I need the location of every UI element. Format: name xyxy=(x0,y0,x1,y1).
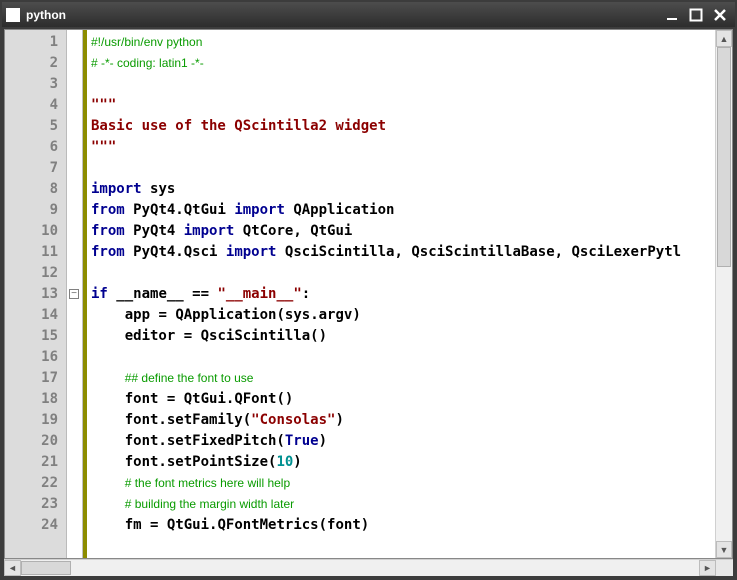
scroll-left-icon[interactable]: ◄ xyxy=(4,560,21,576)
code-line[interactable]: # building the margin width later xyxy=(91,494,715,515)
line-number: 16 xyxy=(5,347,66,368)
code-line[interactable]: """ xyxy=(91,95,715,116)
line-number: 12 xyxy=(5,263,66,284)
line-number: 20 xyxy=(5,431,66,452)
code-line[interactable]: font.setFamily("Consolas") xyxy=(91,410,715,431)
titlebar[interactable]: python xyxy=(2,2,735,27)
code-line[interactable]: # the font metrics here will help xyxy=(91,473,715,494)
code-line[interactable] xyxy=(91,263,715,284)
minimize-button[interactable] xyxy=(661,5,683,25)
code-text-area[interactable]: #!/usr/bin/env python# -*- coding: latin… xyxy=(87,30,715,558)
scrollbar-corner xyxy=(716,560,733,576)
code-line[interactable] xyxy=(91,158,715,179)
line-number: 5 xyxy=(5,116,66,137)
code-line[interactable]: #!/usr/bin/env python xyxy=(91,32,715,53)
code-line[interactable]: import sys xyxy=(91,179,715,200)
app-window: python 123456789101112131415161718192021… xyxy=(0,0,737,580)
line-number: 18 xyxy=(5,389,66,410)
line-number: 1 xyxy=(5,32,66,53)
line-number: 3 xyxy=(5,74,66,95)
scroll-right-icon[interactable]: ► xyxy=(699,560,716,576)
line-number: 13 xyxy=(5,284,66,305)
code-line[interactable]: Basic use of the QScintilla2 widget xyxy=(91,116,715,137)
line-number: 8 xyxy=(5,179,66,200)
app-icon xyxy=(6,8,20,22)
code-line[interactable]: from PyQt4.Qsci import QsciScintilla, Qs… xyxy=(91,242,715,263)
window-title: python xyxy=(26,8,659,22)
line-number: 23 xyxy=(5,494,66,515)
scroll-up-icon[interactable]: ▲ xyxy=(716,30,732,47)
fold-margin[interactable]: − xyxy=(67,30,83,558)
line-number: 9 xyxy=(5,200,66,221)
line-number: 14 xyxy=(5,305,66,326)
line-number: 4 xyxy=(5,95,66,116)
close-button[interactable] xyxy=(709,5,731,25)
code-line[interactable]: font.setFixedPitch(True) xyxy=(91,431,715,452)
fold-toggle-icon[interactable]: − xyxy=(69,289,79,299)
code-line[interactable]: fm = QtGui.QFontMetrics(font) xyxy=(91,515,715,536)
code-line[interactable]: font = QtGui.QFont() xyxy=(91,389,715,410)
horizontal-scrollbar[interactable]: ◄ ► xyxy=(4,559,733,576)
line-number: 6 xyxy=(5,137,66,158)
vertical-scroll-track[interactable] xyxy=(716,47,732,541)
code-line[interactable] xyxy=(91,347,715,368)
code-line[interactable] xyxy=(91,74,715,95)
line-number: 15 xyxy=(5,326,66,347)
code-line[interactable]: from PyQt4.QtGui import QApplication xyxy=(91,200,715,221)
line-number: 17 xyxy=(5,368,66,389)
code-line[interactable]: app = QApplication(sys.argv) xyxy=(91,305,715,326)
vertical-scroll-thumb[interactable] xyxy=(717,47,731,267)
code-line[interactable]: font.setPointSize(10) xyxy=(91,452,715,473)
line-number: 24 xyxy=(5,515,66,536)
maximize-button[interactable] xyxy=(685,5,707,25)
line-number: 7 xyxy=(5,158,66,179)
code-line[interactable]: editor = QsciScintilla() xyxy=(91,326,715,347)
horizontal-scroll-track[interactable] xyxy=(21,560,699,576)
code-line[interactable]: """ xyxy=(91,137,715,158)
code-line[interactable]: # -*- coding: latin1 -*- xyxy=(91,53,715,74)
line-number-gutter: 123456789101112131415161718192021222324 xyxy=(5,30,67,558)
line-number: 19 xyxy=(5,410,66,431)
scroll-down-icon[interactable]: ▼ xyxy=(716,541,732,558)
code-line[interactable]: if __name__ == "__main__": xyxy=(91,284,715,305)
line-number: 11 xyxy=(5,242,66,263)
line-number: 2 xyxy=(5,53,66,74)
line-number: 22 xyxy=(5,473,66,494)
horizontal-scroll-thumb[interactable] xyxy=(21,561,71,575)
line-number: 21 xyxy=(5,452,66,473)
code-line[interactable]: from PyQt4 import QtCore, QtGui xyxy=(91,221,715,242)
vertical-scrollbar[interactable]: ▲ ▼ xyxy=(715,30,732,558)
code-editor[interactable]: 123456789101112131415161718192021222324 … xyxy=(4,29,733,559)
code-line[interactable]: ## define the font to use xyxy=(91,368,715,389)
line-number: 10 xyxy=(5,221,66,242)
editor-client-area: 123456789101112131415161718192021222324 … xyxy=(2,27,735,578)
